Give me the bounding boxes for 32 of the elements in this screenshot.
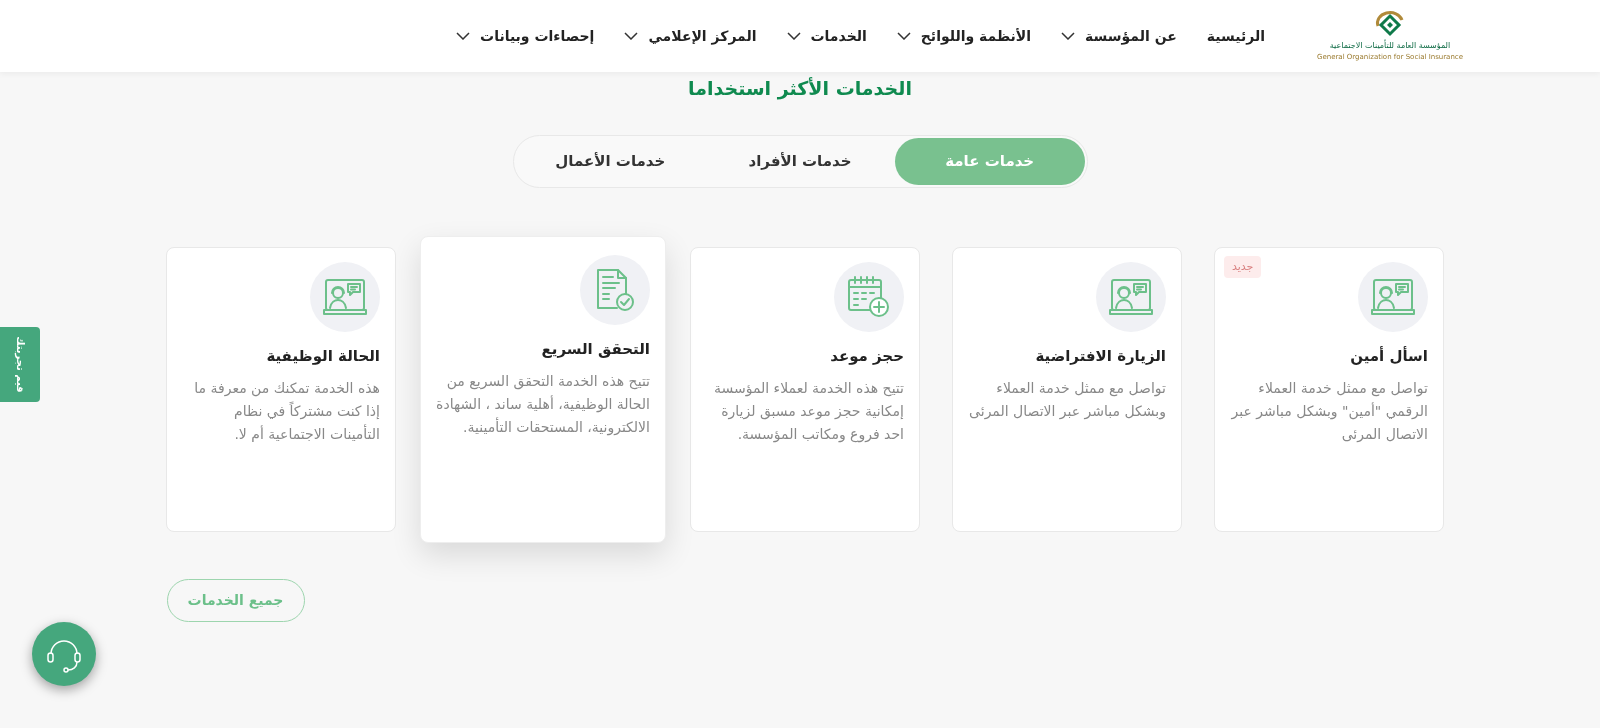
card-title: حجز موعد — [829, 345, 904, 367]
card-description: تواصل مع ممثل خدمة العملاء وبشكل مباشر عبر الاتصال المرئى — [968, 379, 1166, 422]
card-description: تواصل مع ممثل خدمة العملاء الرقمي "أمين" وبشكل مباشر عبر الاتصال المرئى — [1230, 379, 1428, 445]
card-title: التحقق السريع — [540, 338, 650, 360]
nav-link[interactable]: إحصاءات وبيانات — [456, 25, 595, 47]
support-agent-icon — [1371, 276, 1415, 317]
nav-link[interactable]: الخدمات — [786, 25, 867, 47]
service-card[interactable]: حجز موعد تتيح هذه الخدمة لعملاء المؤسسة إمكانية حجز موعد مسبق لزيارة احد فروع ومكاتب المؤسسة. — [690, 246, 920, 532]
service-card[interactable]: التحقق السريع تتيح هذه الخدمة التحقق السريع من الحالة الوظيفية، أهلية ساند ، الشهادة الالكترونية، المستحقات التأمينية. — [420, 235, 666, 543]
card-description: تتيح هذه الخدمة التحقق السريع من الحالة الوظيفية، أهلية ساند ، الشهادة الالكترونية، المستحقات التأمينية. — [436, 372, 650, 438]
category-tab[interactable]: خدمات الأعمال — [515, 137, 706, 185]
card-title: الحالة الوظيفية — [265, 345, 380, 367]
support-chat-button[interactable] — [32, 622, 96, 686]
support-agent-icon — [323, 276, 367, 317]
nav-link[interactable]: المركز الإعلامي — [624, 25, 757, 47]
support-agent-icon — [1109, 276, 1153, 317]
card-description: هذه الخدمة تمكنك من معرفة ما إذا كنت مشتركاً في نظام التأمينات الاجتماعية أم لا. — [193, 379, 380, 444]
category-tab[interactable]: خدمات الأفراد — [705, 137, 895, 185]
nav-link[interactable]: عن المؤسسة — [1061, 25, 1177, 47]
nav-link[interactable]: الرئيسية — [1206, 25, 1265, 47]
new-badge: جديد — [1224, 255, 1262, 278]
nav-link[interactable]: الأنظمة واللوائح — [896, 25, 1032, 47]
card-title: اسأل أمين — [1349, 345, 1428, 367]
service-card[interactable]: الحالة الوظيفية هذه الخدمة تمكنك من معرفة ما إذا كنت مشتركاً في نظام التأمينات الاجتماعية أم لا. — [166, 246, 396, 532]
card-description: تتيح هذه الخدمة لعملاء المؤسسة إمكانية حجز موعد مسبق لزيارة احد فروع ومكاتب المؤسسة. — [712, 379, 904, 445]
service-card[interactable]: جديد اسأل أمين تواصل مع ممثل خدمة العملاء الرقمي "أمين" وبشكل مباشر عبر الاتصال المرئى — [1214, 246, 1444, 532]
service-card[interactable]: الزيارة الافتراضية تواصل مع ممثل خدمة العملاء وبشكل مباشر عبر الاتصال المرئى — [952, 246, 1182, 532]
document-check-icon — [595, 267, 635, 312]
card-title: الزيارة الافتراضية — [1034, 345, 1166, 367]
section-title: الخدمات الأكثر استخداما — [688, 76, 912, 102]
logo-arabic-name: المؤسسة العامة للتأمينات الاجتماعية — [1329, 39, 1451, 52]
calendar-add-icon — [847, 274, 891, 319]
